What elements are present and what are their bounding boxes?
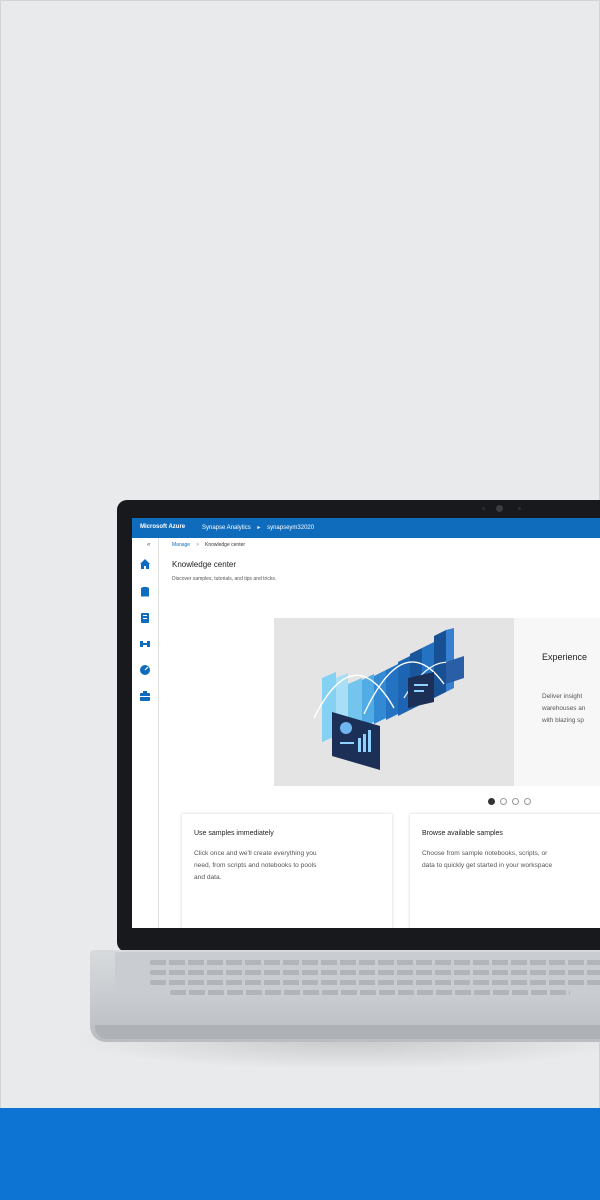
azure-header: Microsoft Azure Synapse Analytics ▸ syna…: [132, 518, 600, 538]
keyboard-row: [150, 980, 600, 985]
collapse-nav-button[interactable]: «: [147, 542, 150, 548]
hero-title: Experience: [542, 652, 588, 662]
laptop-screen: Microsoft Azure Synapse Analytics ▸ syna…: [132, 518, 600, 928]
crumb-service[interactable]: Synapse Analytics: [202, 525, 251, 531]
crumb-workspace[interactable]: synapseym32020: [267, 525, 314, 531]
portal-breadcrumb: Synapse Analytics ▸ synapseym32020: [202, 524, 319, 531]
keyboard-row: [150, 970, 600, 975]
home-icon[interactable]: [139, 558, 151, 570]
carousel-dots: [488, 792, 536, 810]
breadcrumb-manage-link[interactable]: Manage: [172, 542, 190, 548]
manage-icon[interactable]: [139, 690, 151, 702]
left-nav-rail: [132, 538, 159, 928]
sensor-dot: [518, 507, 521, 510]
keyboard-row: [150, 960, 600, 965]
sensor-dot: [482, 507, 485, 510]
keyboard-row: [170, 990, 570, 995]
develop-icon[interactable]: [139, 612, 151, 624]
carousel-dot[interactable]: [524, 798, 531, 805]
carousel-dot[interactable]: [512, 798, 519, 805]
page-title: Knowledge center: [172, 560, 237, 569]
browse-samples-card[interactable]: Browse available samples Choose from sam…: [410, 814, 600, 928]
breadcrumb-separator: >: [196, 542, 199, 548]
carousel-dot[interactable]: [488, 798, 495, 805]
azure-brand[interactable]: Microsoft Azure: [140, 524, 185, 530]
integrate-icon[interactable]: [139, 638, 151, 650]
hero-body: Deliver insight warehouses an with blazi…: [542, 693, 586, 724]
use-samples-card[interactable]: Use samples immediately Click once and w…: [182, 814, 392, 928]
data-icon[interactable]: [139, 586, 151, 598]
card-body: Click once and we'll create everything y…: [194, 850, 317, 881]
monitor-icon[interactable]: [139, 664, 151, 676]
card-body: Choose from sample notebooks, scripts, o…: [422, 850, 553, 869]
breadcrumb: Manage > Knowledge center: [172, 542, 245, 548]
analytics-illustration: [313, 628, 465, 770]
card-title: Browse available samples: [422, 830, 503, 837]
webcam-icon: [496, 505, 503, 512]
crumb-separator: ▸: [257, 525, 261, 531]
carousel-dot[interactable]: [500, 798, 507, 805]
hero-illustration: [274, 618, 514, 786]
breadcrumb-current: Knowledge center: [205, 542, 246, 548]
laptop-front-edge: [95, 1025, 600, 1039]
brand-band: [0, 1108, 600, 1200]
card-title: Use samples immediately: [194, 830, 274, 837]
page-subtitle: Discover samples, tutorials, and tips an…: [172, 576, 277, 582]
